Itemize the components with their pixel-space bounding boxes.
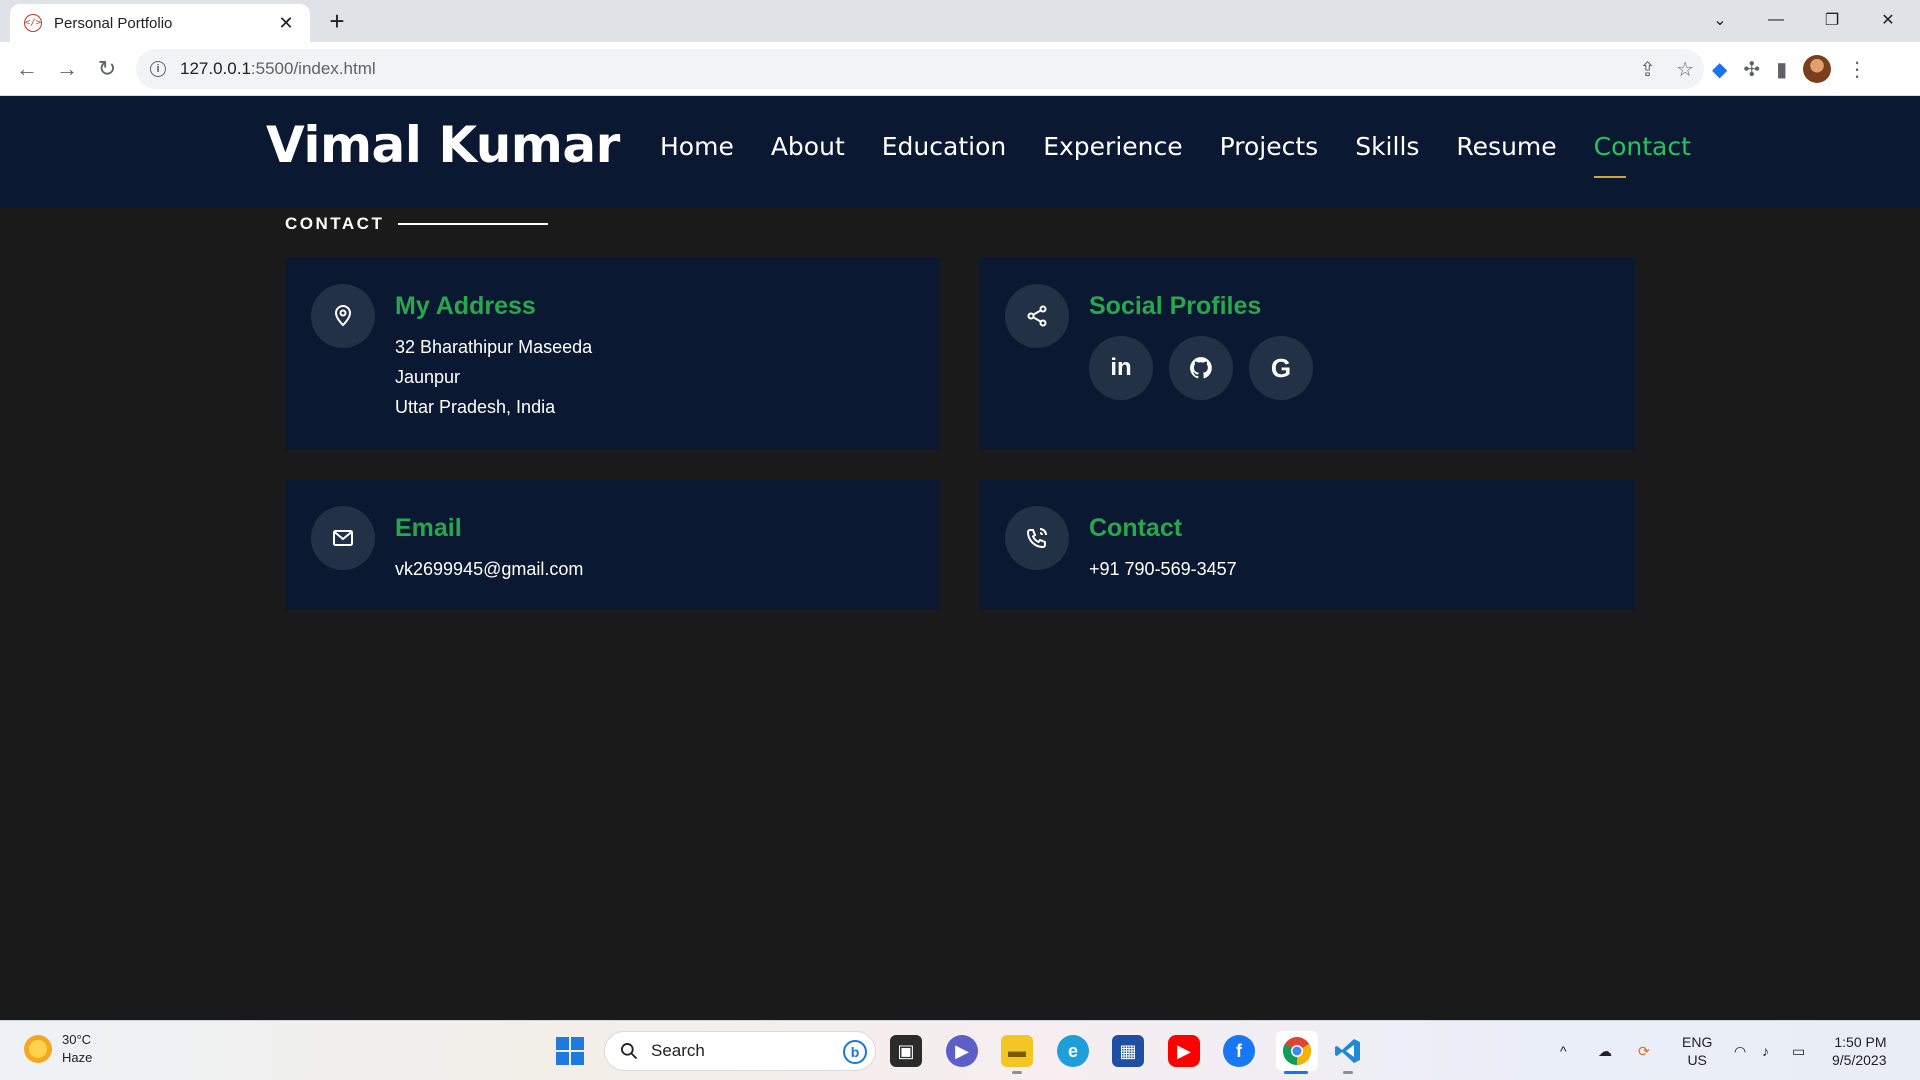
browser-menu-icon[interactable]: ⋮ — [1847, 57, 1867, 82]
nav-experience[interactable]: Experience — [1043, 132, 1182, 161]
lang-region: US — [1687, 1052, 1707, 1068]
running-indicator — [1012, 1071, 1022, 1074]
address-line: Uttar Pradesh, India — [395, 397, 556, 417]
site-info-icon[interactable]: i — [150, 61, 166, 77]
address-line: 32 Bharathipur Maseeda — [395, 337, 593, 357]
contact-title: Contact — [1089, 514, 1183, 542]
browser-tab-strip: </> Personal Portfolio ✕ + ⌄ — ❐ ✕ — [0, 0, 1920, 42]
taskbar-search[interactable]: Search b — [604, 1031, 876, 1071]
nav-about[interactable]: About — [771, 132, 845, 161]
youtube-icon[interactable]: ▶ — [1168, 1035, 1200, 1067]
browser-toolbar: ← → ↻ i 127.0.0.1:5500/index.html ⇪ ☆ ◆ … — [0, 42, 1920, 96]
search-label: Search — [651, 1041, 705, 1060]
weather-widget[interactable]: 30°C Haze — [24, 1031, 92, 1067]
wifi-icon[interactable]: ◠ — [1734, 1021, 1746, 1080]
address-title: My Address — [395, 292, 536, 320]
phone-icon — [1005, 506, 1069, 570]
location-pin-icon — [311, 284, 375, 348]
start-button[interactable] — [556, 1037, 584, 1065]
facebook-icon[interactable]: f — [1223, 1035, 1255, 1067]
onedrive-icon[interactable]: ☁ — [1598, 1021, 1612, 1080]
address-bar[interactable]: i 127.0.0.1:5500/index.html ⇪ ☆ — [136, 49, 1704, 89]
store-icon[interactable]: ▦ — [1112, 1035, 1144, 1067]
bing-icon[interactable]: b — [843, 1040, 867, 1064]
section-title-text: CONTACT — [285, 214, 385, 233]
search-icon — [621, 1043, 638, 1060]
battery-icon[interactable]: ▭ — [1792, 1021, 1805, 1080]
address-card: My Address 32 Bharathipur Maseeda Jaunpu… — [285, 258, 940, 450]
weather-temp: 30°C — [62, 1032, 92, 1047]
linkedin-icon[interactable]: in — [1089, 336, 1153, 400]
phone-value[interactable]: +91 790-569-3457 — [1089, 554, 1237, 584]
brand-logo[interactable]: Vimal Kumar — [266, 116, 620, 174]
back-button[interactable]: ← — [12, 54, 42, 84]
nav-skills[interactable]: Skills — [1355, 132, 1419, 161]
nav-home[interactable]: Home — [660, 132, 734, 161]
vscode-icon[interactable] — [1332, 1035, 1364, 1067]
lang-code: ENG — [1682, 1034, 1713, 1050]
active-indicator — [1284, 1071, 1308, 1074]
volume-icon[interactable]: ♪ — [1762, 1021, 1769, 1080]
url-text: 127.0.0.1:5500/index.html — [180, 59, 376, 78]
extensions-puzzle-icon[interactable]: ✣ — [1743, 57, 1760, 82]
social-title: Social Profiles — [1089, 292, 1262, 320]
reload-button[interactable]: ↻ — [92, 54, 122, 84]
chrome-active-tile[interactable] — [1276, 1031, 1318, 1071]
share-icon[interactable]: ⇪ — [1639, 57, 1656, 82]
email-value[interactable]: vk2699945@gmail.com — [395, 554, 583, 584]
forward-button[interactable]: → — [52, 54, 82, 84]
section-heading: CONTACT — [285, 214, 549, 234]
close-window-button[interactable]: ✕ — [1860, 0, 1916, 40]
teams-chat-icon[interactable]: ▶ — [946, 1035, 978, 1067]
phone-card: Contact +91 790-569-3457 — [979, 480, 1635, 610]
minimize-button[interactable]: — — [1748, 0, 1804, 40]
tab-close-icon[interactable]: ✕ — [276, 13, 296, 34]
side-panel-icon[interactable]: ▮ — [1776, 57, 1787, 82]
email-card: Email vk2699945@gmail.com — [285, 480, 940, 610]
task-view-icon[interactable]: ▣ — [890, 1035, 922, 1067]
clock-time: 1:50 PM — [1834, 1034, 1887, 1050]
restore-button[interactable]: ❐ — [1804, 0, 1860, 40]
new-tab-button[interactable]: + — [322, 6, 352, 36]
running-indicator — [1343, 1071, 1353, 1074]
site-header: Vimal Kumar Home About Education Experie… — [0, 96, 1920, 208]
nav-education[interactable]: Education — [882, 132, 1006, 161]
system-clock[interactable]: 1:50 PM 9/5/2023 — [1832, 1033, 1887, 1069]
github-icon[interactable] — [1169, 336, 1233, 400]
envelope-icon — [311, 506, 375, 570]
show-hidden-icons[interactable]: ^ — [1560, 1021, 1567, 1080]
tab-search-icon[interactable]: ⌄ — [1692, 0, 1748, 40]
social-profiles-card: Social Profiles in G — [979, 258, 1635, 450]
email-title: Email — [395, 514, 462, 542]
profile-avatar[interactable] — [1803, 55, 1832, 83]
address-line: Jaunpur — [395, 367, 461, 387]
extension-drop-icon[interactable]: ◆ — [1712, 57, 1727, 82]
google-icon[interactable]: G — [1249, 336, 1313, 400]
nav-projects[interactable]: Projects — [1220, 132, 1319, 161]
nav-resume[interactable]: Resume — [1456, 132, 1556, 161]
tab-title: Personal Portfolio — [54, 14, 173, 32]
site-favicon-icon: </> — [24, 14, 42, 32]
nav-contact[interactable]: Contact — [1593, 132, 1691, 178]
browser-tab[interactable]: </> Personal Portfolio ✕ — [10, 4, 310, 42]
share-nodes-icon — [1005, 284, 1069, 348]
main-nav: Home About Education Experience Projects… — [660, 132, 1728, 178]
haze-weather-icon — [24, 1035, 52, 1063]
section-divider — [398, 223, 549, 225]
language-indicator[interactable]: ENG US — [1682, 1033, 1712, 1069]
bookmark-star-icon[interactable]: ☆ — [1676, 57, 1694, 82]
edge-icon[interactable]: e — [1057, 1035, 1089, 1067]
page-viewport: Vimal Kumar Home About Education Experie… — [0, 96, 1920, 1020]
clock-date: 9/5/2023 — [1832, 1052, 1887, 1068]
file-explorer-icon[interactable]: ▬ — [1001, 1035, 1033, 1067]
update-icon[interactable]: ⟳ — [1638, 1021, 1650, 1080]
weather-desc: Haze — [62, 1050, 93, 1065]
chrome-icon — [1283, 1037, 1311, 1065]
social-links: in G — [1089, 336, 1313, 400]
address-lines: 32 Bharathipur Maseeda Jaunpur Uttar Pra… — [395, 332, 592, 422]
windows-taskbar: 30°C Haze Search b ▣ ▶ ▬ e ▦ ▶ f ^ ☁ ⟳ E… — [0, 1020, 1920, 1080]
